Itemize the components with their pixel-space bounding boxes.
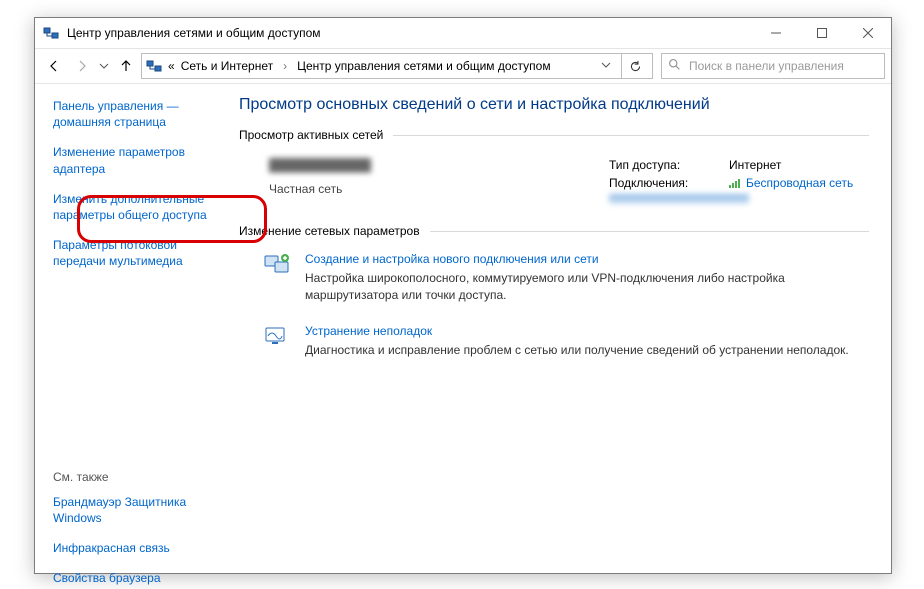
search-input[interactable]	[687, 58, 878, 74]
connection-link[interactable]: Беспроводная сеть	[729, 176, 853, 190]
control-panel-window: Центр управления сетями и общим доступом…	[34, 17, 892, 574]
active-network-name: ████████████	[269, 158, 609, 172]
breadcrumb-item[interactable]: Центр управления сетями и общим доступом	[297, 59, 551, 73]
main-content: Просмотр основных сведений о сети и наст…	[225, 84, 891, 575]
back-button[interactable]	[41, 53, 67, 79]
sidebar-link-browser[interactable]: Свойства браузера	[53, 570, 213, 586]
ssid-blurred	[609, 194, 749, 204]
titlebar: Центр управления сетями и общим доступом	[35, 18, 891, 49]
new-connection-icon	[263, 252, 291, 276]
connections-label: Подключения:	[609, 176, 709, 190]
sidebar-link-adapter[interactable]: Изменение параметров адаптера	[53, 144, 213, 176]
breadcrumb-item[interactable]: Сеть и Интернет	[181, 59, 273, 73]
active-network-type: Частная сеть	[269, 182, 609, 196]
address-dropdown-button[interactable]	[597, 59, 615, 73]
section-change-settings: Изменение сетевых параметров	[239, 224, 869, 238]
wifi-bars-icon	[729, 178, 740, 188]
sidebar-link-home[interactable]: Панель управления — домашняя страница	[53, 98, 213, 130]
new-connection-desc: Настройка широкополосного, коммутируемог…	[305, 270, 869, 304]
search-icon	[668, 58, 681, 74]
up-button[interactable]	[113, 53, 139, 79]
network-center-icon	[43, 25, 59, 41]
new-connection-link[interactable]: Создание и настройка нового подключения …	[305, 252, 869, 266]
see-also-heading: См. также	[53, 470, 213, 484]
page-title: Просмотр основных сведений о сети и наст…	[239, 96, 869, 114]
refresh-button[interactable]	[621, 54, 648, 78]
search-box[interactable]	[661, 53, 885, 79]
network-center-icon	[146, 58, 162, 74]
troubleshoot-icon	[263, 324, 291, 348]
close-button[interactable]	[845, 18, 891, 48]
access-type-value: Интернет	[729, 158, 781, 172]
recent-button[interactable]	[97, 53, 111, 79]
sidebar-link-sharing[interactable]: Изменить дополнительные параметры общего…	[53, 191, 213, 223]
address-bar: « Сеть и Интернет › Центр управления сет…	[35, 49, 891, 84]
troubleshoot-link[interactable]: Устранение неполадок	[305, 324, 849, 338]
sidebar-link-streaming[interactable]: Параметры потоковой передачи мультимедиа	[53, 237, 213, 269]
troubleshoot-desc: Диагностика и исправление проблем с сеть…	[305, 342, 849, 359]
section-active-networks: Просмотр активных сетей	[239, 128, 869, 142]
access-type-label: Тип доступа:	[609, 158, 709, 172]
window-title: Центр управления сетями и общим доступом	[67, 26, 753, 40]
breadcrumb-prefix: «	[168, 59, 175, 73]
sidebar-link-infrared[interactable]: Инфракрасная связь	[53, 540, 213, 556]
chevron-right-icon[interactable]: ›	[279, 59, 291, 73]
forward-button[interactable]	[69, 53, 95, 79]
breadcrumb-box[interactable]: « Сеть и Интернет › Центр управления сет…	[141, 53, 653, 79]
maximize-button[interactable]	[799, 18, 845, 48]
sidebar: Панель управления — домашняя страница Из…	[35, 84, 225, 575]
minimize-button[interactable]	[753, 18, 799, 48]
sidebar-link-firewall[interactable]: Брандмауэр Защитника Windows	[53, 494, 213, 526]
